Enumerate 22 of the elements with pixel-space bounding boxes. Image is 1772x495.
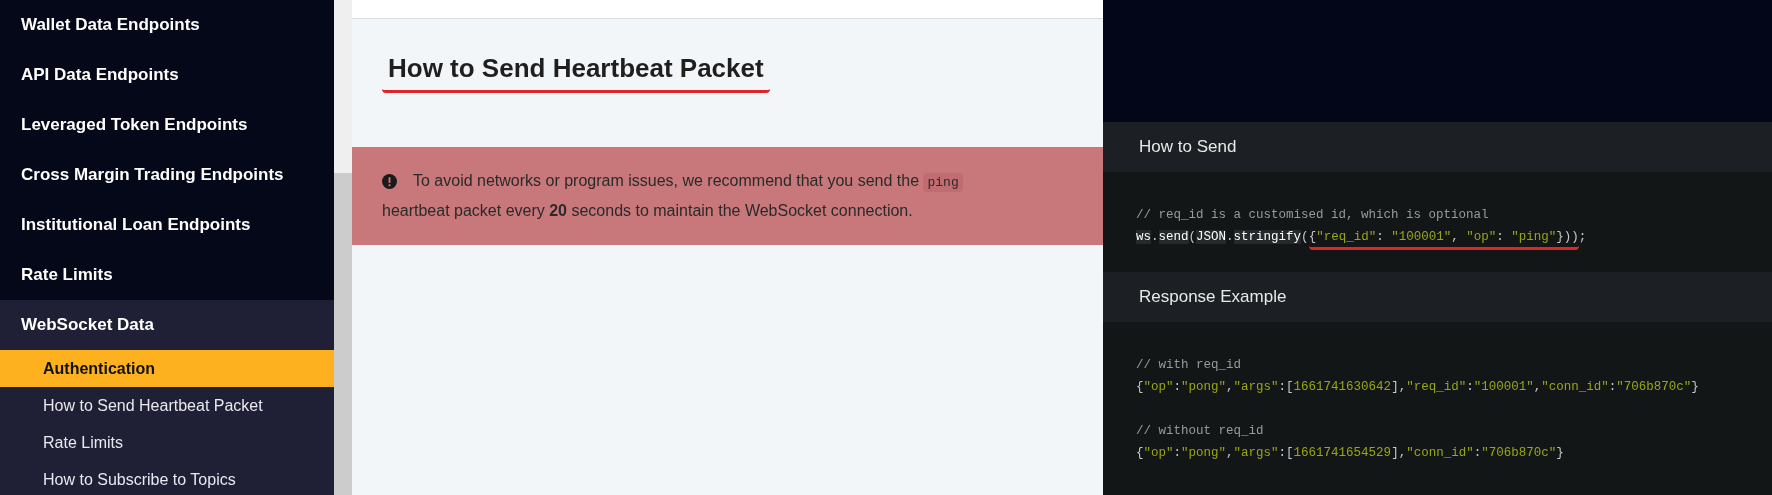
code-line: // without req_id — [1136, 424, 1264, 438]
nav-item[interactable]: Wallet Data Endpoints — [0, 0, 334, 50]
code-line: {"op":"pong","args":[1661741654529],"conn_id":"706b870c"} — [1136, 446, 1564, 460]
nav-subitem[interactable]: Authentication — [0, 350, 334, 387]
alert-icon — [382, 174, 397, 189]
code-line: ws.send(JSON.stringify({"req_id": "100001", "op": "ping"})); — [1136, 230, 1587, 250]
nav-subitem[interactable]: How to Subscribe to Topics — [0, 461, 334, 495]
section-title: Response Example — [1139, 286, 1287, 309]
section-title: How to Send — [1139, 136, 1237, 159]
nav-item[interactable]: Institutional Loan Endpoints — [0, 200, 334, 250]
nav-item[interactable]: API Data Endpoints — [0, 50, 334, 100]
code-line: // with req_id — [1136, 358, 1242, 372]
nav-item[interactable]: Cross Margin Trading Endpoints — [0, 150, 334, 200]
scrollbar-thumb[interactable] — [334, 173, 352, 495]
nav-item[interactable]: Leveraged Token Endpoints — [0, 100, 334, 150]
nav-subitem[interactable]: Rate Limits — [0, 424, 334, 461]
nav-item[interactable]: Rate Limits — [0, 250, 334, 300]
code-line: {"op":"pong","args":[1661741630642],"req_id":"100001","conn_id":"706b870c"} — [1136, 380, 1699, 394]
page-heading: How to Send Heartbeat Packet — [382, 49, 770, 93]
alert-message: To avoid networks or program issues, we recommend that you send the ping heartbeat packet every 20 seconds to maintain the WebSocket connection. — [382, 167, 992, 225]
nav-subitem[interactable]: How to Send Heartbeat Packet — [0, 387, 334, 424]
code-line: // req_id is a customised id, which is optional — [1136, 208, 1489, 222]
